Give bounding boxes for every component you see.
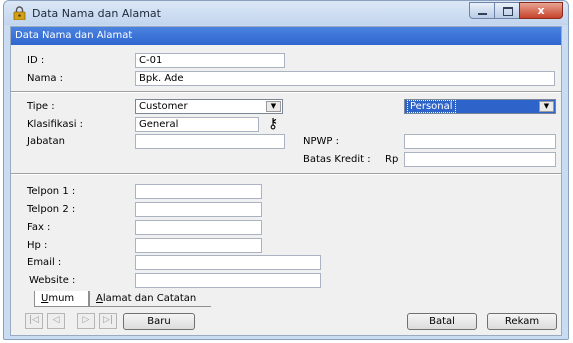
klasifikasi-input[interactable]: General xyxy=(135,117,259,132)
tab-umum-label: mum xyxy=(48,293,75,304)
telpon2-input[interactable] xyxy=(135,202,262,217)
separator xyxy=(11,91,561,93)
npwp-input[interactable] xyxy=(404,134,556,149)
npwp-label: NPWP : xyxy=(303,136,339,147)
currency-label: Rp xyxy=(385,154,399,165)
tab-alamat-accesskey: A xyxy=(96,293,103,304)
prev-record-button[interactable]: ◁ xyxy=(47,313,65,329)
website-input[interactable] xyxy=(135,273,321,288)
chevron-down-icon[interactable]: ▼ xyxy=(539,101,554,112)
kategori-select-value: Personal xyxy=(407,100,456,113)
baru-button[interactable]: Baru xyxy=(123,313,195,330)
chevron-down-icon[interactable]: ▼ xyxy=(266,101,281,112)
next-record-icon: ▷ xyxy=(82,315,90,325)
tab-alamat-dan-catatan[interactable]: Alamat dan Catatan xyxy=(89,291,211,307)
batas-kredit-label: Batas Kredit : xyxy=(303,154,371,165)
telpon2-label: Telpon 2 : xyxy=(27,204,76,215)
user-lock-icon xyxy=(13,6,26,20)
form-header-title: Data Nama dan Alamat xyxy=(15,30,133,41)
form-header: Data Nama dan Alamat xyxy=(11,27,561,45)
jabatan-label: Jabatan xyxy=(27,136,65,147)
id-label: ID : xyxy=(27,55,45,66)
rekam-button[interactable]: Rekam xyxy=(487,313,557,330)
maximize-button[interactable] xyxy=(494,2,520,19)
tab-umum[interactable]: Umum xyxy=(34,291,89,307)
hp-input[interactable] xyxy=(135,238,262,253)
klasifikasi-label: Klasifikasi : xyxy=(27,119,84,130)
fax-input[interactable] xyxy=(135,220,262,235)
telpon1-label: Telpon 1 : xyxy=(27,186,76,197)
first-record-button[interactable]: |◁ xyxy=(25,313,43,329)
nama-input[interactable]: Bpk. Ade xyxy=(135,71,555,86)
jabatan-input[interactable] xyxy=(135,134,285,149)
batal-button[interactable]: Batal xyxy=(407,313,477,330)
batas-kredit-input[interactable] xyxy=(404,152,556,167)
next-record-button[interactable]: ▷ xyxy=(77,313,95,329)
title-bar[interactable]: Data Nama dan Alamat x xyxy=(4,1,568,25)
tab-alamat-label: lamat dan Catatan xyxy=(102,293,197,304)
window-title: Data Nama dan Alamat xyxy=(32,7,161,20)
prev-record-icon: ◁ xyxy=(52,315,60,325)
last-record-button[interactable]: ▷| xyxy=(99,313,117,329)
last-record-icon: ▷| xyxy=(103,315,113,325)
tipe-select[interactable]: Customer ▼ xyxy=(135,99,283,114)
nama-label: Nama : xyxy=(27,73,64,84)
fax-label: Fax : xyxy=(27,222,51,233)
form-panel: Data Nama dan Alamat ID : C-01 Nama : Bp… xyxy=(10,26,562,336)
telpon1-input[interactable] xyxy=(135,184,262,199)
email-label: Email : xyxy=(27,257,62,268)
tab-bar: Umum Alamat dan Catatan xyxy=(11,291,561,307)
id-input[interactable]: C-01 xyxy=(135,53,285,68)
separator xyxy=(11,173,561,175)
tipe-label: Tipe : xyxy=(27,101,55,112)
first-record-icon: |◁ xyxy=(29,315,39,325)
key-icon[interactable]: ⚷ xyxy=(268,117,278,131)
application-window: Data Nama dan Alamat x Data Nama dan Ala… xyxy=(3,0,569,340)
website-label: Website : xyxy=(29,275,76,286)
close-button[interactable]: x xyxy=(519,2,563,19)
close-icon: x xyxy=(537,4,545,17)
kategori-select[interactable]: Personal ▼ xyxy=(404,99,556,114)
hp-label: Hp : xyxy=(27,240,48,251)
minimize-button[interactable] xyxy=(469,2,495,19)
email-input[interactable] xyxy=(135,255,321,270)
tipe-select-value: Customer xyxy=(139,101,188,112)
